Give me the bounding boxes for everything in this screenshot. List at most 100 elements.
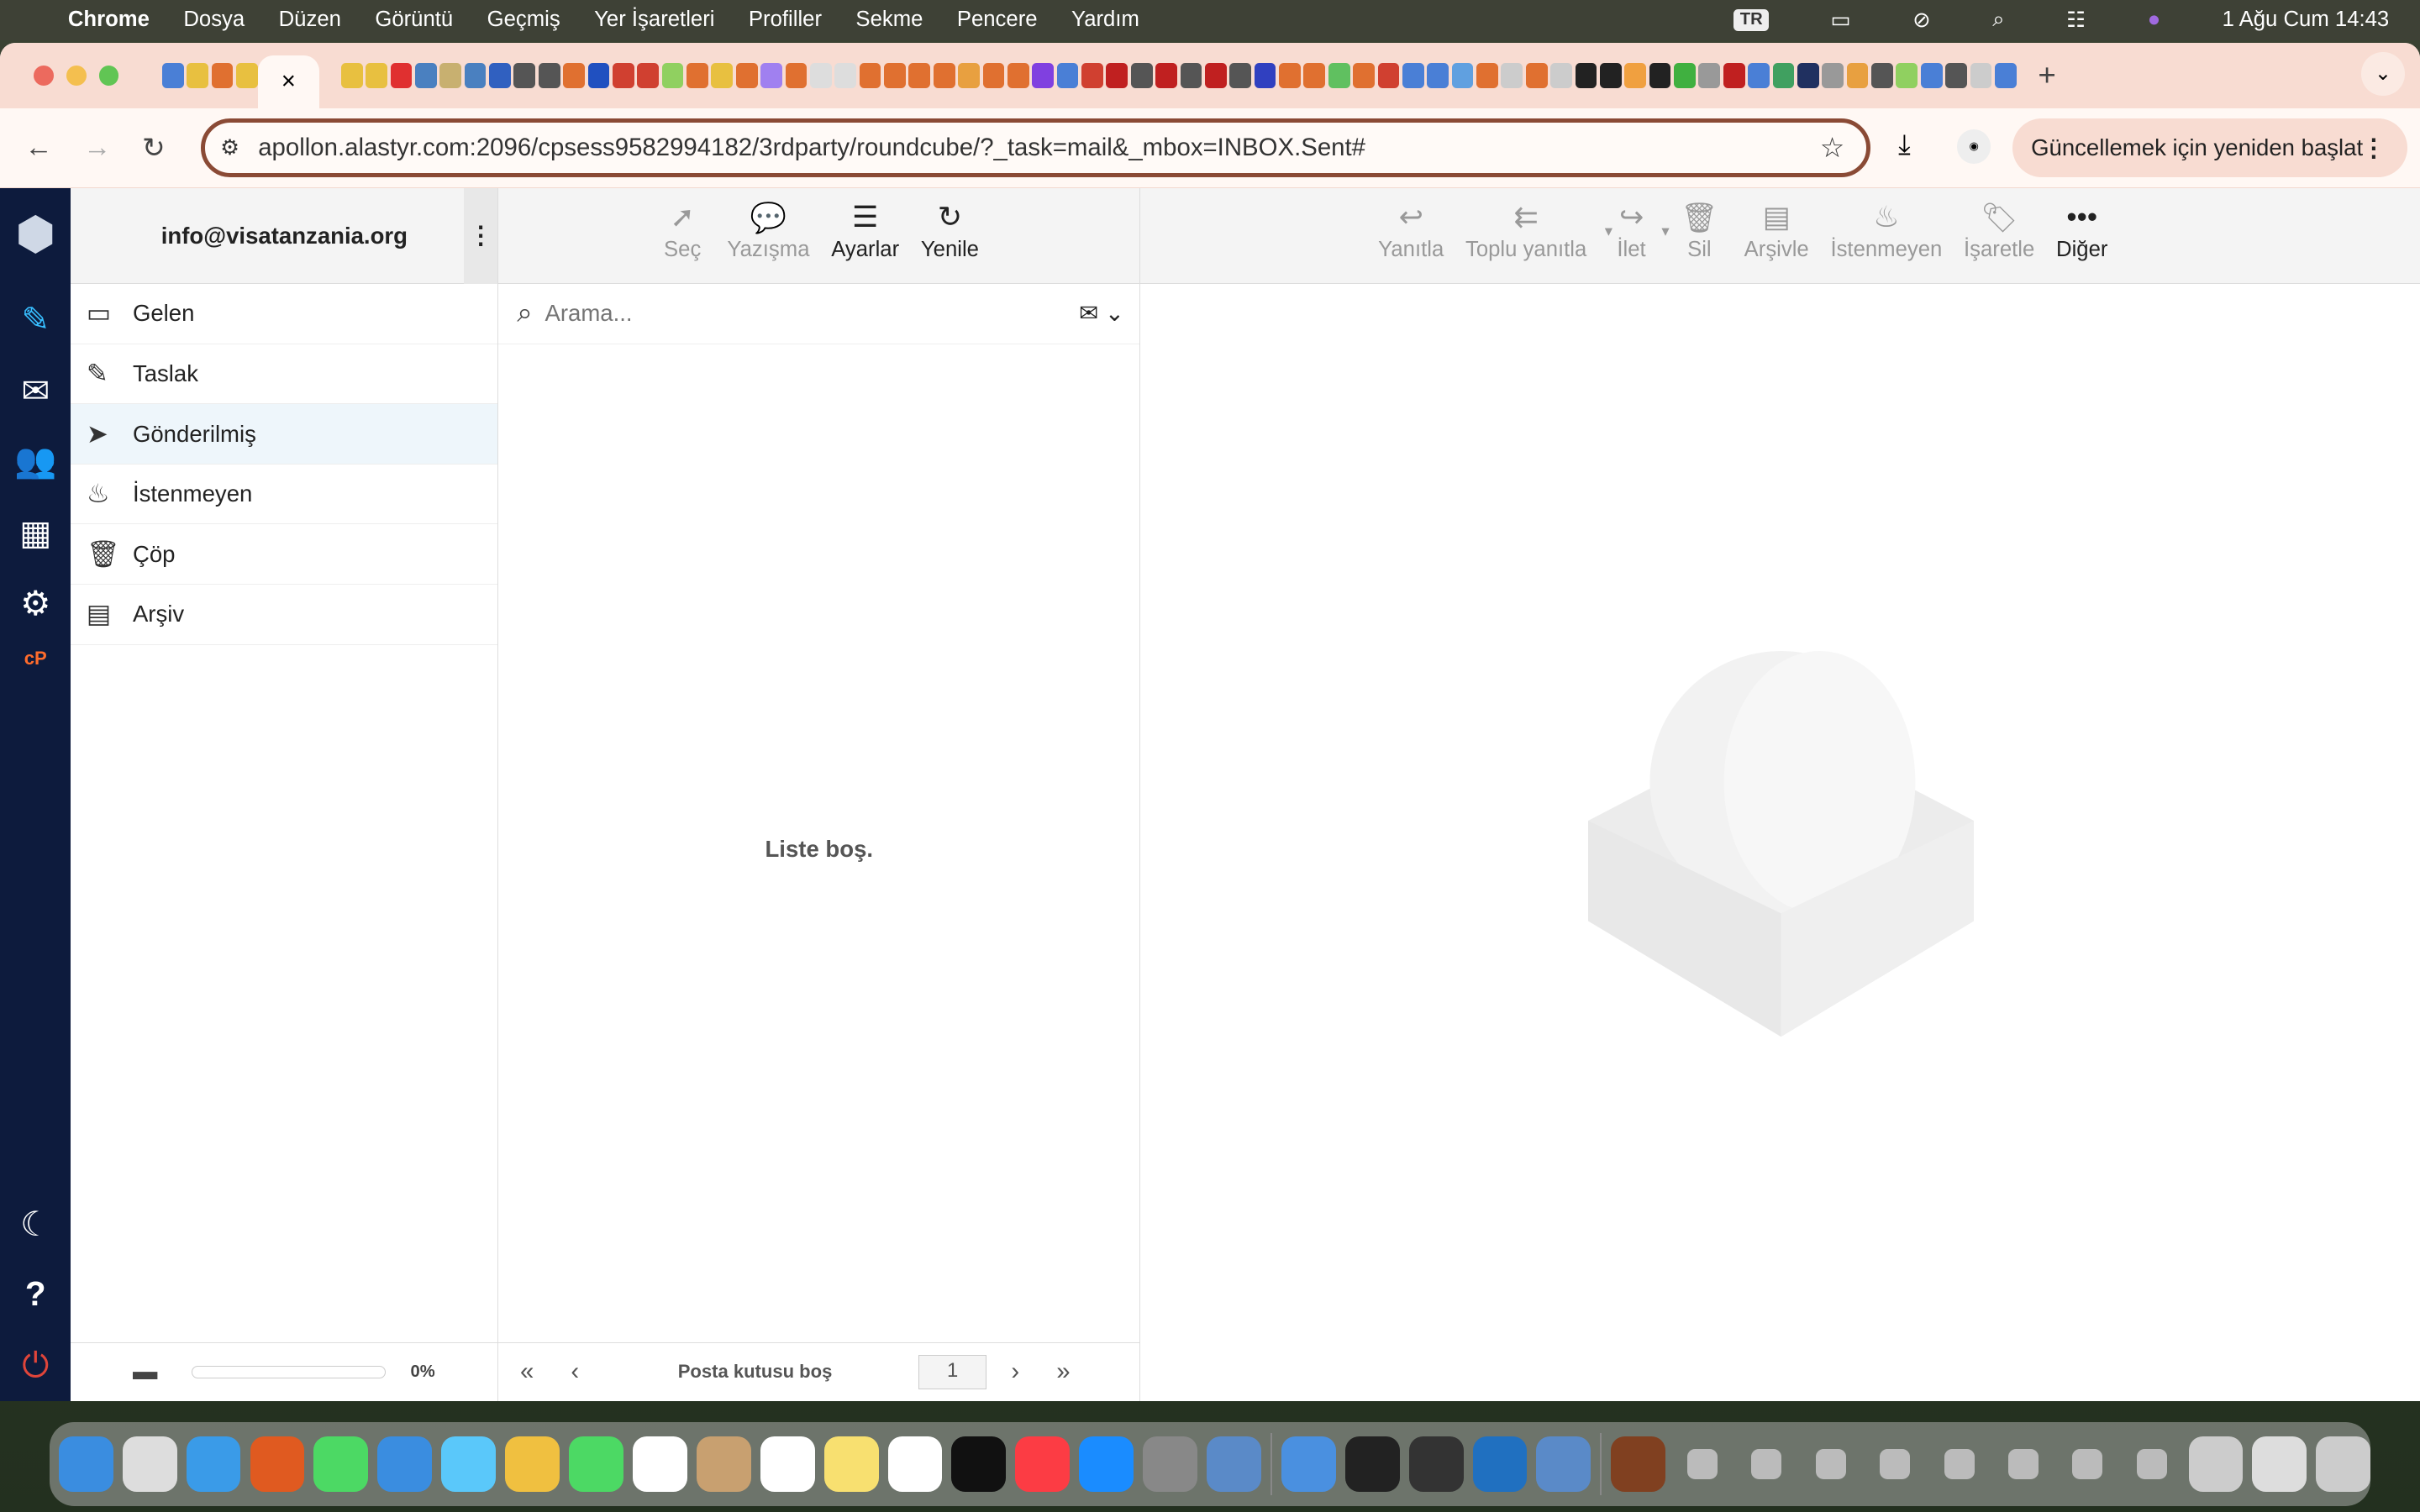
dock-app-icon[interactable] — [313, 1436, 369, 1493]
tab-favicon-icon[interactable] — [687, 63, 708, 88]
tab-favicon-icon[interactable] — [735, 63, 758, 88]
tab-favicon-icon[interactable] — [587, 63, 610, 88]
close-tab-icon[interactable]: × — [281, 67, 296, 96]
siri-icon[interactable]: ● — [2148, 8, 2161, 32]
contacts-icon[interactable]: 👥 — [0, 441, 71, 480]
tab-favicon-icon[interactable] — [439, 63, 462, 88]
tab-favicon-icon[interactable] — [1748, 63, 1770, 88]
toolbar-button[interactable]: ••• Diğer — [2056, 201, 2107, 283]
tab-favicon-icon[interactable] — [933, 63, 955, 88]
dock-app-icon[interactable] — [569, 1436, 623, 1493]
close-window-button[interactable] — [34, 66, 55, 86]
folder-item[interactable]: ➤ Gönderilmiş — [71, 404, 498, 465]
tab-favicon-icon[interactable] — [612, 63, 634, 88]
dark-mode-moon-icon[interactable]: ☾ — [0, 1204, 71, 1244]
prev-page-icon[interactable]: ‹ — [571, 1357, 579, 1386]
tab-favicon-icon[interactable] — [513, 63, 536, 88]
input-source-indicator[interactable]: TR — [1733, 8, 1770, 32]
folder-item[interactable]: ▭ Gelen — [71, 284, 498, 344]
search-options[interactable]: ✉ ⌄ — [1079, 300, 1124, 327]
dock-minimized-window-icon[interactable] — [2072, 1448, 2103, 1480]
tab-favicon-icon[interactable] — [489, 63, 511, 88]
forward-button[interactable]: → — [83, 132, 117, 164]
tab-favicon-icon[interactable] — [1279, 63, 1301, 88]
last-page-icon[interactable]: » — [1056, 1357, 1070, 1386]
toolbar-button[interactable]: 💬 Yazışma — [727, 201, 809, 283]
control-center-icon[interactable]: ☷ — [2066, 8, 2086, 33]
dropdown-caret-icon[interactable]: ▾ — [1661, 222, 1669, 240]
tab-favicon-icon[interactable] — [1081, 63, 1103, 88]
tab-favicon-icon[interactable] — [1550, 63, 1572, 88]
toolbar-button[interactable]: ☰ Ayarlar — [831, 201, 899, 283]
tab-favicon-icon[interactable] — [785, 63, 808, 88]
tab-favicon-icon[interactable] — [211, 63, 234, 88]
spotlight-search-icon[interactable]: ⌕ — [1992, 8, 2004, 33]
tab-favicon-icon[interactable] — [1525, 63, 1548, 88]
tab-favicon-icon[interactable] — [1303, 63, 1326, 88]
back-button[interactable]: ← — [24, 132, 58, 164]
tab-favicon-icon[interactable] — [1599, 63, 1622, 88]
tab-favicon-icon[interactable] — [637, 63, 660, 88]
battery-icon[interactable]: ▭ — [1831, 8, 1851, 33]
profile-avatar[interactable]: ◉ — [1956, 129, 1991, 164]
download-icon[interactable]: ⤓ — [1898, 129, 1911, 161]
minimize-window-button[interactable] — [66, 66, 87, 86]
dock-minimized-window-icon[interactable] — [1815, 1448, 1846, 1480]
tab-favicon-icon[interactable] — [1155, 63, 1177, 88]
tab-favicon-icon[interactable] — [1353, 63, 1375, 88]
url-text[interactable]: apollon.alastyr.com:2096/cpsess958299418… — [258, 134, 1365, 162]
tab-favicon-icon[interactable] — [1674, 63, 1696, 88]
tab-favicon-icon[interactable] — [834, 63, 857, 88]
folder-item[interactable]: 🗑 Çöp — [71, 524, 498, 585]
dock-app-icon[interactable] — [441, 1436, 497, 1493]
tab-favicon-icon[interactable] — [1402, 63, 1424, 88]
dock-app-icon[interactable] — [1536, 1436, 1591, 1493]
tab-favicon-icon[interactable] — [1328, 63, 1350, 88]
dock-app-icon[interactable] — [696, 1436, 751, 1493]
tab-favicon-icon[interactable] — [1698, 63, 1721, 88]
menu-item[interactable]: Pencere — [957, 8, 1038, 32]
new-tab-button[interactable]: + — [2038, 58, 2055, 93]
dock-app-icon[interactable] — [951, 1436, 1007, 1493]
tab-favicon-icon[interactable] — [1254, 63, 1276, 88]
update-chrome-button[interactable]: Güncellemek için yeniden başlat ⋮ — [2012, 118, 2408, 178]
tab-favicon-icon[interactable] — [1377, 63, 1400, 88]
tab-favicon-icon[interactable] — [161, 63, 184, 88]
dock-app-icon[interactable] — [505, 1436, 560, 1493]
tab-favicon-icon[interactable] — [1649, 63, 1671, 88]
dock-minimized-window-icon[interactable] — [2136, 1448, 2167, 1480]
dock-minimized-window-icon[interactable] — [1880, 1448, 1911, 1480]
menu-item[interactable]: Dosya — [183, 8, 245, 32]
toolbar-button[interactable]: 🏷 İşaretle — [1964, 201, 2034, 283]
tab-favicon-icon[interactable] — [1056, 63, 1079, 88]
tab-favicon-icon[interactable] — [958, 63, 980, 88]
dock-app-icon[interactable] — [887, 1436, 943, 1493]
tab-favicon-icon[interactable] — [1007, 63, 1029, 88]
tab-favicon-icon[interactable] — [187, 63, 208, 88]
dock-app-icon[interactable] — [1079, 1436, 1134, 1493]
tab-favicon-icon[interactable] — [1846, 63, 1869, 88]
tab-favicon-icon[interactable] — [1797, 63, 1819, 88]
toolbar-button[interactable]: ♨ İstenmeyen — [1830, 201, 1942, 283]
tab-favicon-icon[interactable] — [1994, 63, 2017, 88]
zoom-window-button[interactable] — [98, 66, 119, 86]
folder-item[interactable]: ♨ İstenmeyen — [71, 465, 498, 525]
folder-item[interactable]: ▤ Arşiv — [71, 585, 498, 645]
menu-item[interactable]: Profiller — [749, 8, 822, 32]
tab-favicon-icon[interactable] — [908, 63, 931, 88]
dock-app-icon[interactable] — [2252, 1436, 2307, 1493]
dock-app-icon[interactable] — [2188, 1436, 2244, 1493]
toolbar-button[interactable]: ↪ İlet ▾ — [1608, 201, 1669, 283]
dock-app-icon[interactable] — [122, 1436, 177, 1493]
tab-favicon-icon[interactable] — [1822, 63, 1844, 88]
tab-favicon-icon[interactable] — [1130, 63, 1153, 88]
dock-app-icon[interactable] — [1611, 1436, 1666, 1493]
menu-item[interactable]: Yer İşaretleri — [594, 8, 714, 32]
link-icon[interactable]: ⊘ — [1912, 8, 1931, 33]
tab-favicon-icon[interactable] — [809, 63, 832, 88]
tab-favicon-icon[interactable] — [235, 63, 258, 88]
tab-favicon-icon[interactable] — [464, 63, 487, 88]
dropdown-caret-icon[interactable]: ▾ — [1605, 222, 1612, 240]
folder-item[interactable]: ✎ Taslak — [71, 344, 498, 405]
dock-minimized-window-icon[interactable] — [2007, 1448, 2039, 1480]
